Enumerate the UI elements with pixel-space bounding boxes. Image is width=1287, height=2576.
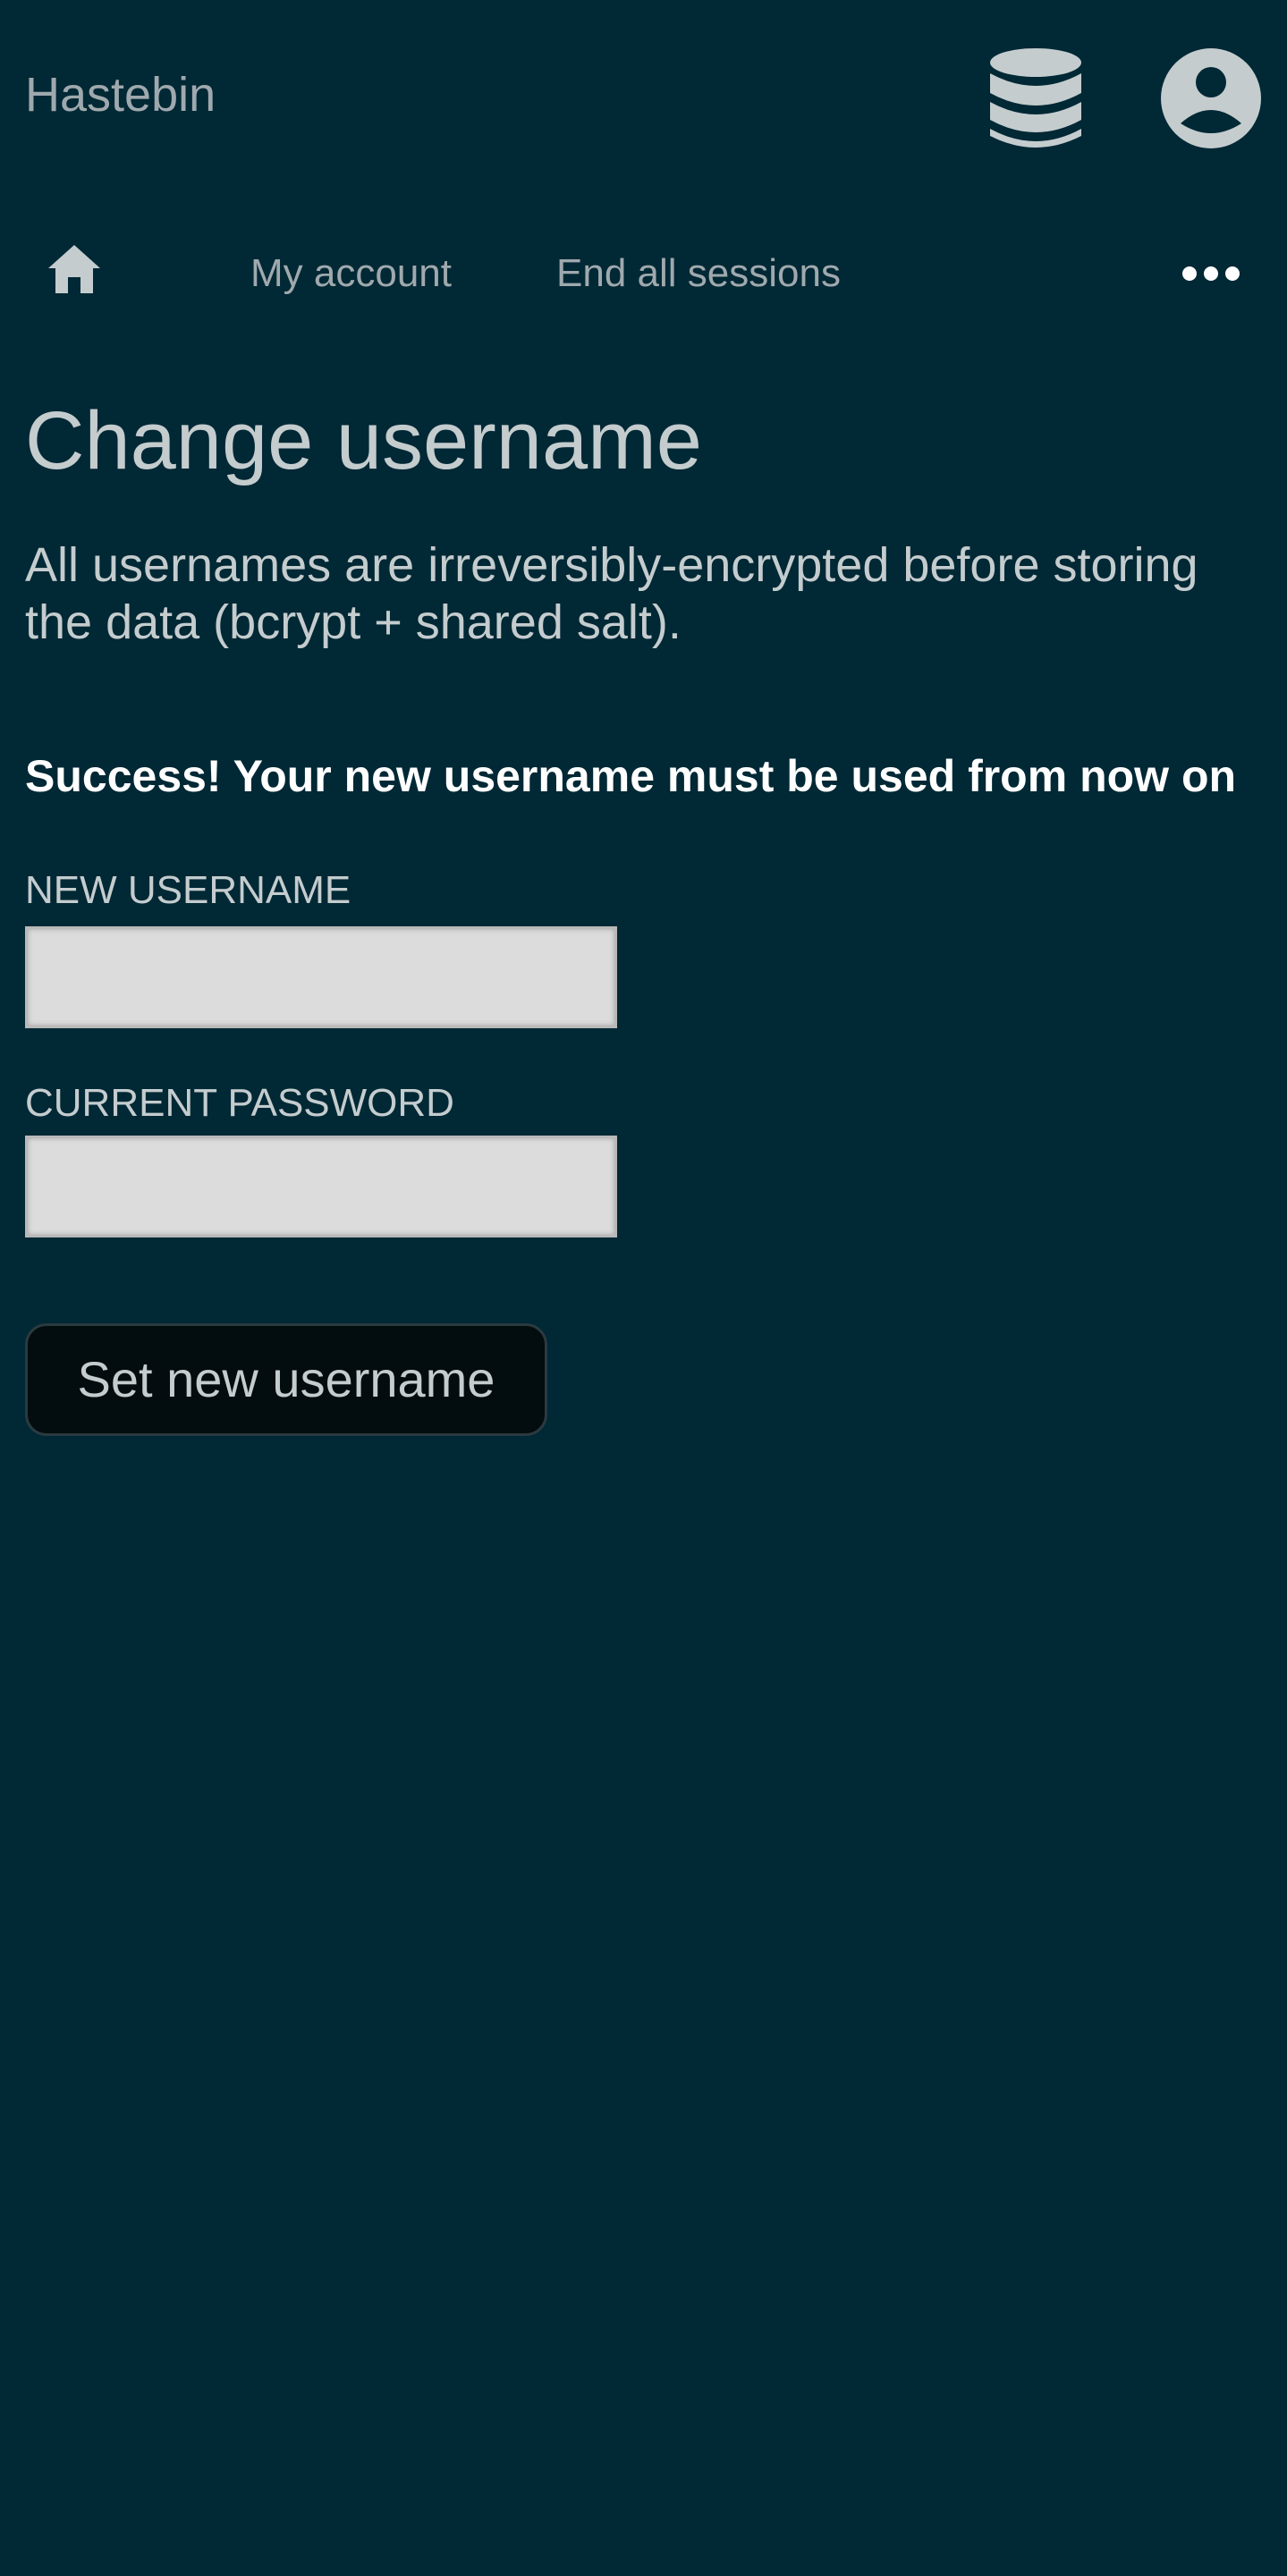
main-nav: My account End all sessions: [0, 224, 1287, 322]
home-icon[interactable]: [47, 243, 102, 295]
page-title: Change username: [25, 395, 702, 486]
app-header: Hastebin: [0, 0, 1287, 188]
current-password-input[interactable]: [25, 1136, 617, 1237]
brand-link[interactable]: Hastebin: [25, 68, 216, 122]
new-username-label: NEW USERNAME: [25, 868, 351, 912]
nav-end-all-sessions[interactable]: End all sessions: [556, 250, 841, 297]
set-new-username-button[interactable]: Set new username: [25, 1323, 547, 1436]
nav-my-account[interactable]: My account: [250, 250, 452, 297]
ellipsis-icon[interactable]: [1179, 259, 1243, 288]
database-icon[interactable]: [987, 46, 1084, 152]
page-description: All usernames are irreversibly-encrypted…: [25, 538, 1198, 649]
user-circle-icon[interactable]: [1159, 46, 1263, 150]
success-message: Success! Your new username must be used …: [25, 751, 1237, 801]
new-username-input[interactable]: [25, 926, 617, 1028]
current-password-label: CURRENT PASSWORD: [25, 1081, 454, 1125]
